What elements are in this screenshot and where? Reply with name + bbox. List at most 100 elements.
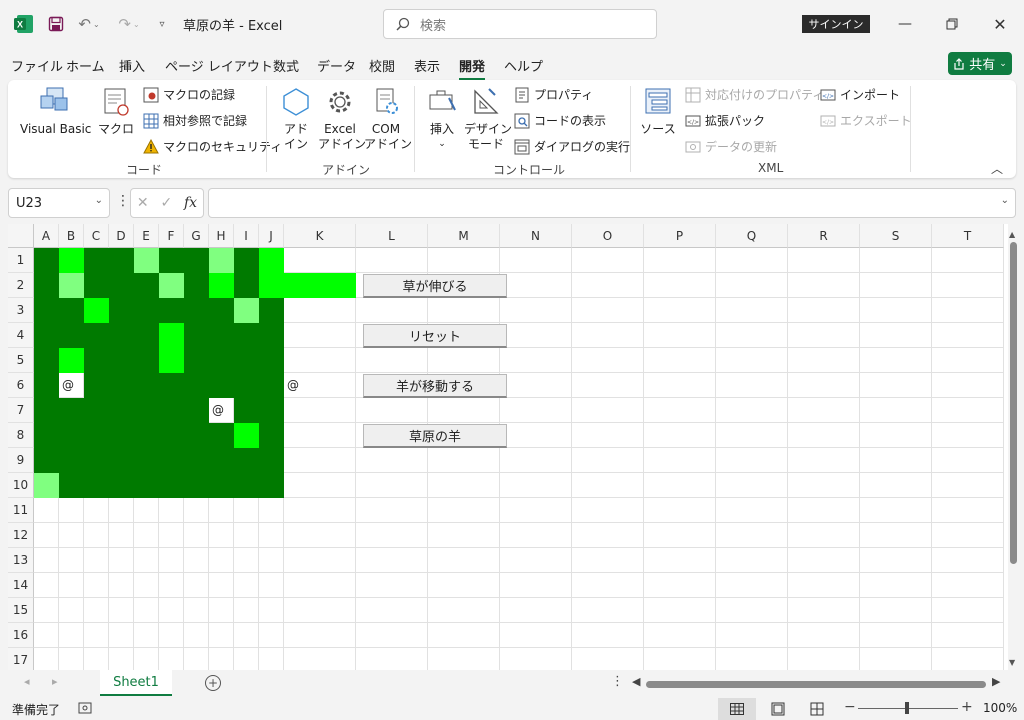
grid-cell[interactable]	[234, 423, 259, 448]
grid-cell[interactable]	[59, 573, 84, 598]
run-dialog-button[interactable]: ダイアログの実行	[514, 138, 630, 155]
grid-cell[interactable]	[428, 523, 500, 548]
grid-cell[interactable]	[159, 498, 184, 523]
grid-cell[interactable]	[109, 573, 134, 598]
excel-addins-button[interactable]: Excel アドイン	[318, 86, 366, 152]
grid-cell[interactable]	[356, 573, 428, 598]
grid-cell[interactable]	[284, 548, 356, 573]
row-header[interactable]: 15	[8, 598, 34, 623]
scroll-left-icon[interactable]: ◀	[632, 675, 640, 688]
grid-cell[interactable]	[159, 423, 184, 448]
grid-cell[interactable]	[860, 398, 932, 423]
grid-cell[interactable]	[184, 623, 209, 648]
grid-cell[interactable]	[159, 373, 184, 398]
redo-icon[interactable]: ↷ ⌄	[114, 12, 144, 36]
grid-cell[interactable]	[209, 498, 234, 523]
grid-cell[interactable]	[109, 648, 134, 670]
grid-cell[interactable]	[134, 548, 159, 573]
grid-cell[interactable]	[259, 623, 284, 648]
grid-cell[interactable]	[932, 248, 1004, 273]
grid-cell[interactable]	[234, 648, 259, 670]
grid-cell[interactable]	[788, 423, 860, 448]
grid-cell[interactable]	[34, 273, 59, 298]
grid-cell[interactable]	[109, 373, 134, 398]
grid-cell[interactable]	[572, 373, 644, 398]
grid-cell[interactable]	[356, 498, 428, 523]
grid-cell[interactable]	[716, 423, 788, 448]
grid-cell[interactable]	[428, 623, 500, 648]
grid-cell[interactable]	[716, 248, 788, 273]
grid-cell[interactable]	[644, 498, 716, 523]
grid-cell[interactable]	[356, 298, 428, 323]
grid-cell[interactable]	[84, 648, 109, 670]
grid-cell[interactable]	[259, 348, 284, 373]
zoom-slider-thumb[interactable]	[905, 702, 909, 714]
grid-cell[interactable]	[209, 323, 234, 348]
row-header[interactable]: 12	[8, 523, 34, 548]
grid-cell[interactable]	[788, 398, 860, 423]
grid-cell[interactable]	[59, 623, 84, 648]
row-header[interactable]: 13	[8, 548, 34, 573]
signin-button[interactable]: サインイン	[802, 15, 870, 33]
customize-qat-icon[interactable]: ▿	[154, 12, 170, 36]
grid-cell[interactable]	[356, 598, 428, 623]
normal-view-icon[interactable]	[718, 698, 756, 720]
grid-cell[interactable]	[209, 548, 234, 573]
grid-cell[interactable]	[109, 523, 134, 548]
column-header[interactable]: A	[34, 224, 59, 248]
grid-cell[interactable]	[284, 248, 356, 273]
grid-cell[interactable]	[209, 623, 234, 648]
sheep-cell[interactable]: @	[209, 398, 234, 423]
grid-cell[interactable]	[59, 323, 84, 348]
grid-cell[interactable]	[932, 298, 1004, 323]
tab-review[interactable]: 校閲	[369, 56, 395, 75]
grid-cell[interactable]	[788, 548, 860, 573]
prev-sheet-icon[interactable]: ◂	[24, 675, 30, 688]
grid-cell[interactable]	[428, 248, 500, 273]
grid-cell[interactable]	[209, 448, 234, 473]
grid-cell[interactable]	[259, 523, 284, 548]
enter-icon[interactable]: ✓	[160, 195, 172, 211]
grid-cell[interactable]	[234, 598, 259, 623]
grid-cell[interactable]	[184, 423, 209, 448]
row-header[interactable]: 2	[8, 273, 34, 298]
grid-cell[interactable]	[500, 298, 572, 323]
grid-cell[interactable]	[84, 298, 109, 323]
grid-cell[interactable]	[84, 473, 109, 498]
column-header[interactable]: O	[572, 224, 644, 248]
grid-cell[interactable]	[59, 273, 84, 298]
grid-cell[interactable]	[109, 498, 134, 523]
grid-cell[interactable]	[134, 273, 159, 298]
grid-cell[interactable]	[644, 298, 716, 323]
grid-cell[interactable]	[84, 373, 109, 398]
grid-cell[interactable]	[34, 623, 59, 648]
grid-cell[interactable]	[59, 548, 84, 573]
grid-cell[interactable]	[59, 248, 84, 273]
grid-cell[interactable]	[159, 323, 184, 348]
grid-cell[interactable]	[84, 423, 109, 448]
column-header[interactable]: Q	[716, 224, 788, 248]
grid-cell[interactable]	[284, 573, 356, 598]
grid-cell[interactable]	[284, 523, 356, 548]
import-button[interactable]: </> インポート	[820, 86, 900, 103]
row-header[interactable]: 7	[8, 398, 34, 423]
insert-function-button[interactable]: fx	[184, 195, 197, 211]
grid-cell[interactable]	[159, 623, 184, 648]
grid-cell[interactable]	[59, 498, 84, 523]
grid-cell[interactable]	[356, 398, 428, 423]
grid-cell[interactable]	[234, 573, 259, 598]
grid-cell[interactable]	[59, 648, 84, 670]
grid-cell[interactable]	[184, 523, 209, 548]
grid-cell[interactable]	[34, 548, 59, 573]
grid-cell[interactable]	[159, 648, 184, 670]
grid-cell[interactable]	[932, 498, 1004, 523]
grid-cell[interactable]	[259, 573, 284, 598]
grid-cell[interactable]	[500, 373, 572, 398]
grid-cell[interactable]	[159, 573, 184, 598]
grid-cell[interactable]	[716, 298, 788, 323]
grid-cell[interactable]	[234, 523, 259, 548]
grid-cell[interactable]	[259, 448, 284, 473]
reset-button[interactable]: リセット	[363, 324, 507, 348]
grid-cell[interactable]	[644, 598, 716, 623]
grid-cell[interactable]	[932, 398, 1004, 423]
